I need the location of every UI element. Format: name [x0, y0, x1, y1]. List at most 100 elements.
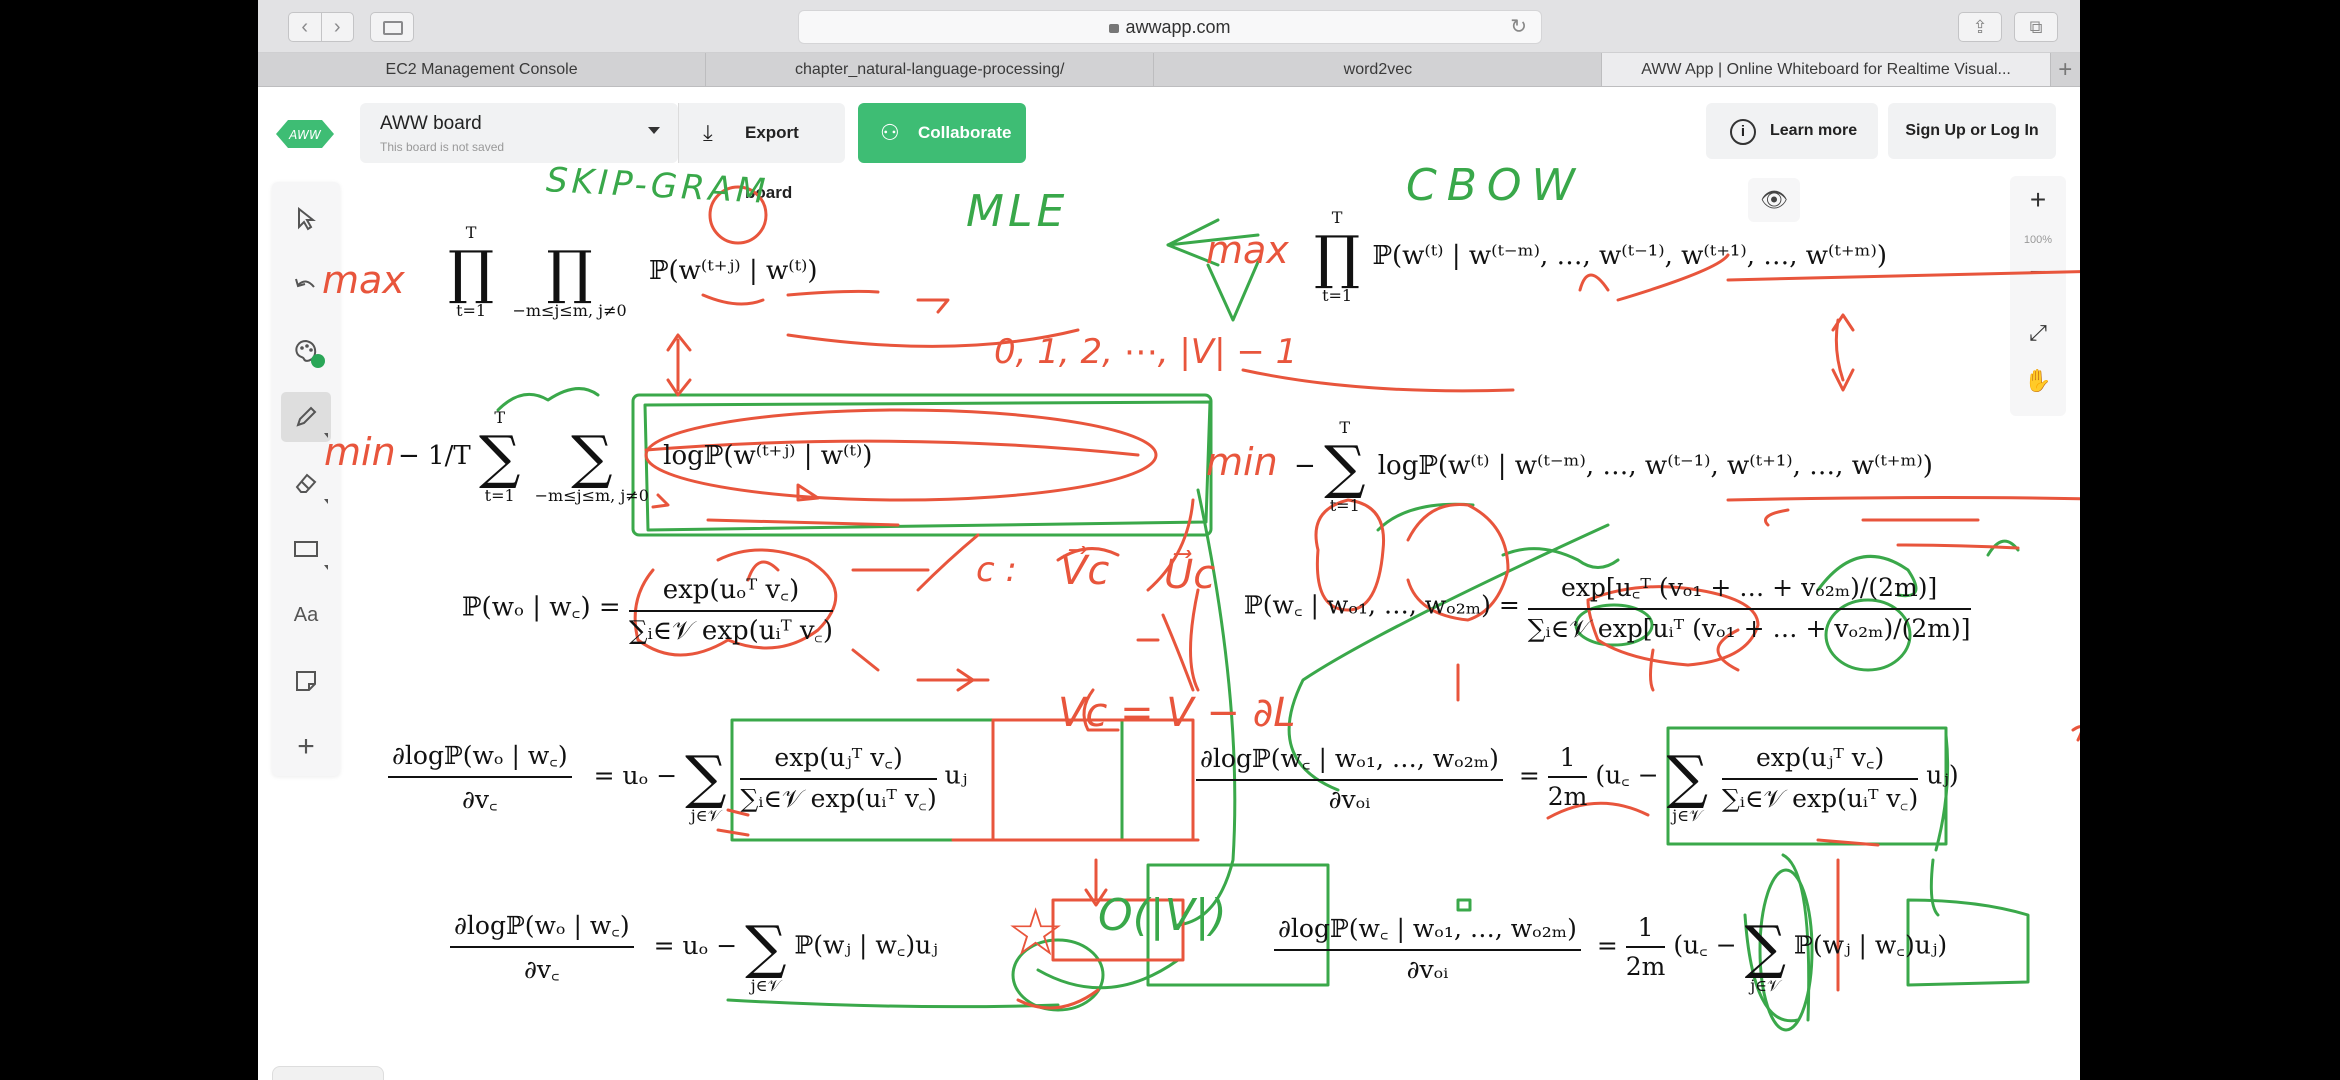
- cbow-grad-rhs: (u꜀ −: [1595, 760, 1659, 790]
- shape-tool-icon[interactable]: [281, 524, 331, 574]
- sg-prob-lhs: ℙ(wₒ | w꜀) =: [462, 592, 621, 623]
- min-label-left: min: [324, 430, 396, 474]
- tab-chapter-nlp[interactable]: chapter_natural-language-processing/: [706, 53, 1155, 86]
- color-palette-icon[interactable]: [281, 326, 331, 376]
- sg-final-rhs: = uₒ −: [653, 930, 738, 960]
- cbow-gradient: ∂logℙ(w꜀ | wₒ₁, …, wₒ₂ₘ) ∂vₒᵢ = 1 2m (u꜀ −…: [1196, 730, 1959, 824]
- max-label-left: max: [322, 258, 405, 302]
- sg-grad-inner-num: exp(uⱼᵀ v꜀): [740, 740, 937, 780]
- logo-text: AWW: [288, 128, 322, 142]
- url-text: awwapp.com: [1125, 17, 1231, 37]
- sg-grad-sum-sub: j∈𝒱: [690, 806, 721, 825]
- export-board-button[interactable]: ⤓ Export board: [678, 103, 845, 202]
- sg-final-term: ℙ(wⱼ | w꜀)uⱼ: [794, 930, 938, 960]
- tabs-overview-icon[interactable]: ⧉: [2014, 12, 2058, 42]
- sticky-note-icon[interactable]: [281, 656, 331, 706]
- select-tool-icon[interactable]: [281, 194, 331, 244]
- cbow-final-sum-sub: j∈𝒱: [1750, 976, 1781, 995]
- cbow-prob-term: ℙ(w⁽ᵗ⁾ | w⁽ᵗ⁻ᵐ⁾, …, w⁽ᵗ⁻¹⁾, w⁽ᵗ⁺¹⁾, …, w…: [1372, 241, 1888, 271]
- cbow-grad-den: ∂vₒᵢ: [1328, 784, 1371, 814]
- add-tool-icon[interactable]: +: [281, 722, 331, 772]
- cbow-final-coef-den: 2m: [1625, 952, 1666, 981]
- cbow-grad-coef-den: 2m: [1547, 782, 1588, 811]
- sg-final-sum-sub: j∈𝒱: [750, 976, 781, 995]
- sg-grad-num: ∂logℙ(wₒ | w꜀): [388, 738, 572, 778]
- cbow-likelihood: T ∏ t=1 ℙ(w⁽ᵗ⁾ | w⁽ᵗ⁻ᵐ⁾, …, w⁽ᵗ⁻¹⁾, w⁽ᵗ⁺¹⁾…: [1314, 208, 1888, 305]
- cbow-softmax: ℙ(w꜀ | wₒ₁, …, wₒ₂ₘ) = exp[u꜀ᵀ (vₒ₁ + … …: [1244, 570, 1971, 644]
- skipgram-gradient: ∂logℙ(wₒ | w꜀) ∂v꜀ = uₒ − ∑ j∈𝒱 exp(uⱼᵀ v꜀…: [388, 730, 967, 824]
- skipgram-loss-prefix: − 1/T: [398, 441, 471, 471]
- cbow-final-gradient: ∂logℙ(w꜀ | wₒ₁, …, wₒ₂ₘ) ∂vₒᵢ = 1 2m (u꜀ −…: [1274, 900, 1947, 994]
- vocab-range-label: 0, 1, 2, ⋯, |V| − 1: [994, 332, 1298, 372]
- address-bar[interactable]: awwapp.com ↻: [798, 10, 1542, 44]
- tab-ec2[interactable]: EC2 Management Console: [258, 53, 707, 86]
- cbow-grad-inner-num: exp(uⱼᵀ v꜀): [1722, 740, 1919, 780]
- current-color-swatch: [311, 354, 325, 368]
- uc-label: U⃗c: [1164, 552, 1216, 598]
- sign-up-button[interactable]: Sign Up or Log In: [1888, 103, 2056, 159]
- skipgram-softmax: ℙ(wₒ | w꜀) = exp(uₒᵀ v꜀) ∑ᵢ∈𝒱 exp(uᵢᵀ v꜀): [462, 570, 834, 647]
- board-selector[interactable]: AWW board This board is not saved: [360, 103, 678, 163]
- sg-final-den: ∂v꜀: [523, 955, 560, 984]
- c-label: c :: [976, 550, 1017, 590]
- cbow-final-num: ∂logℙ(w꜀ | wₒ₁, …, wₒ₂ₘ): [1274, 911, 1581, 951]
- cbow-log-term: logℙ(w⁽ᵗ⁾ | w⁽ᵗ⁻ᵐ⁾, …, w⁽ᵗ⁻¹⁾, w⁽ᵗ⁺¹⁾, ……: [1377, 451, 1933, 481]
- skipgram-final-gradient: ∂logℙ(wₒ | w꜀) ∂v꜀ = uₒ − ∑ j∈𝒱 ℙ(wⱼ | w꜀)…: [450, 900, 938, 994]
- skipgram-label: SKIP-GRAM: [545, 160, 771, 212]
- new-tab-icon[interactable]: +: [2051, 53, 2080, 86]
- download-icon: ⤓: [703, 120, 713, 145]
- cbow-prob-den: ∑ᵢ∈𝒱 exp[uᵢᵀ (vₒ₁ + … + vₒ₂ₘ)/(2m)]: [1527, 614, 1971, 643]
- sg-grad-tail: uⱼ: [944, 760, 968, 790]
- skipgram-likelihood: T ∏ t=1 ∏ −m≤j≤m, j≠0 ℙ(w⁽ᵗ⁺ʲ⁾ | w⁽ᵗ⁾): [448, 223, 818, 320]
- tab-bar: EC2 Management Console chapter_natural-l…: [258, 53, 2080, 87]
- back-icon[interactable]: ‹: [288, 12, 321, 42]
- sg-final-num: ∂logℙ(wₒ | w꜀): [450, 908, 634, 948]
- max-label-right: max: [1206, 228, 1289, 272]
- skipgram-log-term: logℙ(w⁽ᵗ⁺ʲ⁾ | w⁽ᵗ⁾): [663, 441, 873, 471]
- sidebar-toggle-icon[interactable]: [370, 12, 414, 42]
- reload-icon[interactable]: ↻: [1510, 11, 1527, 43]
- pan-hand-icon[interactable]: ✋: [2010, 368, 2066, 394]
- cbow-grad-tail: uⱼ): [1926, 760, 1959, 790]
- collaborate-label: Collaborate: [918, 123, 1012, 142]
- cbow-loss: − T ∑ t=1 logℙ(w⁽ᵗ⁾ | w⁽ᵗ⁻ᵐ⁾, …, w⁽ᵗ⁻¹⁾, w…: [1294, 418, 1933, 515]
- skipgram-prob-term: ℙ(w⁽ᵗ⁺ʲ⁾ | w⁽ᵗ⁾): [648, 256, 818, 286]
- cbow-final-rhs: (u꜀ −: [1673, 930, 1737, 960]
- cbow-grad-sum-sub: j∈𝒱: [1672, 806, 1703, 825]
- sg-grad-inner-den: ∑ᵢ∈𝒱 exp(uᵢᵀ v꜀): [740, 784, 937, 813]
- min-label-right: min: [1206, 440, 1278, 484]
- vc-label: V⃗c: [1060, 548, 1110, 594]
- info-icon: i: [1730, 119, 1756, 145]
- complexity-label: O(|V|): [1098, 890, 1227, 941]
- cbow-prob-lhs: ℙ(w꜀ | wₒ₁, …, wₒ₂ₘ) =: [1244, 590, 1520, 620]
- mle-label: MLE: [966, 186, 1069, 237]
- share-icon[interactable]: ⇪: [1958, 12, 2002, 42]
- star-icon: ☆: [1006, 894, 1066, 971]
- aww-logo[interactable]: AWW: [274, 118, 336, 150]
- nav-buttons: ‹ ›: [288, 12, 354, 42]
- skipgram-loss: − 1/T T ∑ t=1 ∑ −m≤j≤m, j≠0 logℙ(w⁽ᵗ⁺ʲ⁾ | w…: [398, 408, 873, 505]
- cbow-grad-coef-num: 1: [1547, 743, 1588, 778]
- cbow-grad-inner-den: ∑ᵢ∈𝒱 exp(uᵢᵀ v꜀): [1722, 784, 1919, 813]
- forward-icon[interactable]: ›: [320, 12, 354, 42]
- cbow-grad-num: ∂logℙ(w꜀ | wₒ₁, …, wₒ₂ₘ): [1196, 741, 1503, 781]
- sg-grad-rhs: = uₒ −: [593, 760, 678, 790]
- tab-word2vec[interactable]: word2vec: [1154, 53, 1603, 86]
- tab-aww-app[interactable]: AWW App | Online Whiteboard for Realtime…: [1602, 53, 2051, 86]
- fit-screen-icon[interactable]: ⤢: [2010, 320, 2066, 346]
- text-tool-icon[interactable]: Aa: [281, 590, 331, 640]
- collaborate-button[interactable]: ⚇ Collaborate: [858, 103, 1026, 163]
- lock-icon: [1109, 24, 1120, 33]
- add-user-icon: ⚇: [880, 120, 900, 145]
- bottom-status-pill: [272, 1066, 384, 1080]
- cbow-label: CBOW: [1406, 160, 1586, 211]
- prod2-sub: −m≤j≤m, j≠0: [512, 301, 627, 320]
- zoom-in-icon[interactable]: +: [2010, 184, 2066, 216]
- zoom-level: 100%: [2023, 234, 2053, 246]
- cbow-final-term: ℙ(wⱼ | w꜀)uⱼ): [1794, 930, 1948, 960]
- board-name: AWW board: [380, 113, 482, 134]
- learn-more-button[interactable]: i Learn more: [1706, 103, 1878, 159]
- zoom-out-icon[interactable]: −: [2010, 256, 2066, 290]
- chevron-down-icon[interactable]: [648, 127, 660, 134]
- sg-grad-den: ∂v꜀: [461, 785, 498, 814]
